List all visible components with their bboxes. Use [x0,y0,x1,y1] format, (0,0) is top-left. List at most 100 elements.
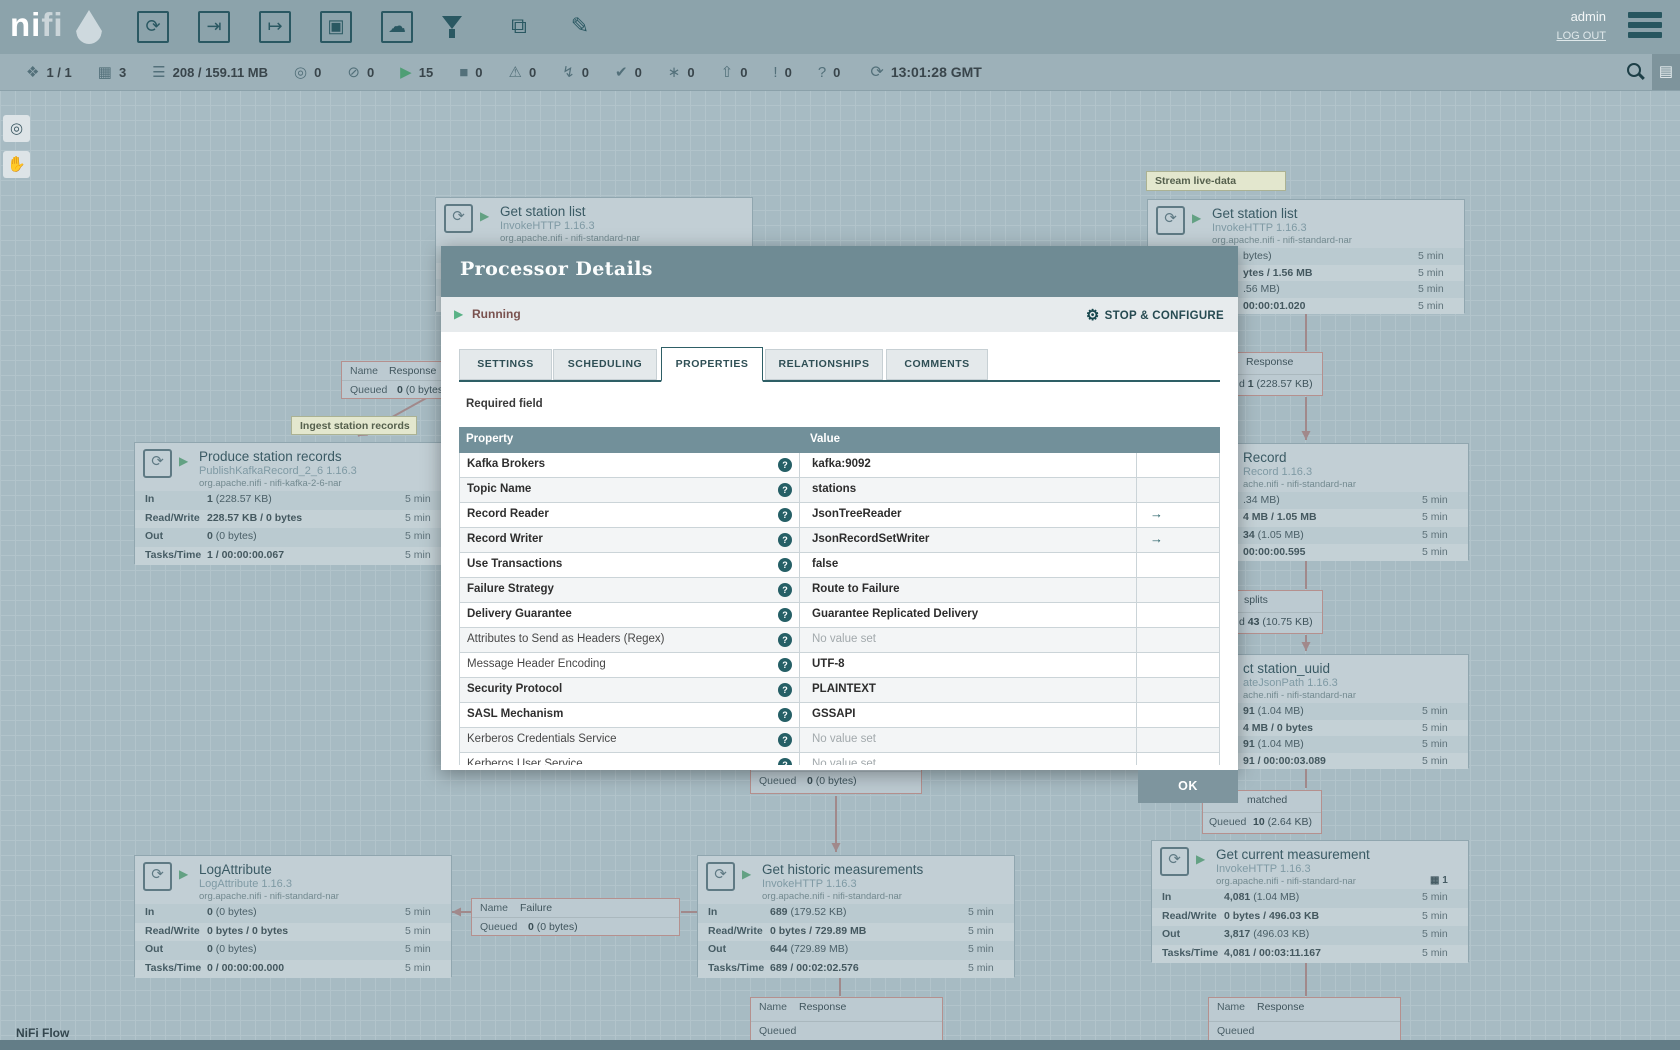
go-to-service-icon[interactable]: → [1150,506,1163,521]
remote-process-group-icon[interactable]: ☁ [381,11,413,43]
properties-table: Property Value Kafka Brokers? kafka:9092 T… [459,427,1220,765]
help-icon[interactable]: ? [778,708,792,722]
label-ingest-station-records[interactable]: Ingest station records [291,416,417,435]
help-icon[interactable]: ? [778,758,792,765]
value-cell[interactable]: stations [799,478,1137,502]
current-user: admin [1570,9,1606,24]
up-to-date-count: 0 [634,64,642,80]
global-menu-button[interactable] [1628,12,1662,40]
help-icon[interactable]: ? [778,658,792,672]
value-cell[interactable]: Route to Failure [799,578,1137,602]
table-row[interactable]: Kafka Brokers? kafka:9092 [459,453,1220,478]
stat-value-number: 91 [1243,705,1255,717]
processor-bundle: ache.nifi - nifi-standard-nar [1243,690,1356,701]
run-state-label: Running [472,307,521,321]
logout-link[interactable]: LOG OUT [1556,30,1606,42]
table-row[interactable]: Use Transactions? false [459,553,1220,578]
help-icon[interactable]: ? [778,683,792,697]
input-port-icon[interactable]: ⇥ [198,11,230,43]
value-cell[interactable]: kafka:9092 [799,453,1137,477]
funnel-icon[interactable] [442,16,462,38]
value-cell[interactable]: No value set [799,753,1137,765]
value-cell[interactable]: No value set [799,628,1137,652]
label-stream-live-data[interactable]: Stream live-data [1146,171,1286,191]
pan-hand-button[interactable]: ✋ [3,151,30,178]
proc-get-current-measurement[interactable]: In 4,081 (1.04 MB) 5 min Read/Write 0 bytes … [1151,840,1469,963]
table-row[interactable]: Kerberos Credentials Service? No value se… [459,728,1220,753]
stat-row: Tasks/Time 4,081 / 00:03:11.167 5 min [1152,944,1468,963]
stat-value: 00:00:00.595 [1243,546,1305,558]
value-cell[interactable]: false [799,553,1137,577]
connection-label-row: Name Response [1209,998,1400,1022]
search-button[interactable] [1618,54,1652,90]
help-icon[interactable]: ? [778,483,792,497]
queued-count: 208 / 159.11 MB [172,64,269,80]
help-icon[interactable]: ? [778,608,792,622]
stat-window: 5 min [405,924,431,937]
birdseye-button[interactable]: ◎ [3,115,30,142]
table-row[interactable]: Kerberos User Service? No value set [459,753,1220,765]
go-to-service-icon[interactable]: → [1150,531,1163,546]
cluster-node-badge: ▦ 1 [1430,875,1448,886]
tab-properties[interactable]: PROPERTIES [661,347,763,382]
stop-and-configure-button[interactable]: ⚙ STOP & CONFIGURE [1086,306,1224,324]
ok-button[interactable]: OK [1138,770,1238,803]
value-cell[interactable]: JsonTreeReader [799,503,1137,527]
process-group-icon[interactable]: ▣ [320,11,352,43]
value-cell[interactable]: Guarantee Replicated Delivery [799,603,1137,627]
tab-scheduling[interactable]: SCHEDULING [553,349,657,380]
value-cell[interactable]: UTF-8 [799,653,1137,677]
help-icon[interactable]: ? [778,733,792,747]
value-cell[interactable]: JsonRecordSetWriter [799,528,1137,552]
help-icon[interactable]: ? [778,583,792,597]
value-cell[interactable]: GSSAPI [799,703,1137,727]
panel-toggle-button[interactable]: ▤ [1652,54,1680,90]
proc-logattribute[interactable]: In 0 (0 bytes) 5 min Read/Write 0 bytes / 0 … [134,855,452,978]
stat-value-number: 689 [770,906,788,918]
flow-label-text: Stream live-data [1155,175,1237,187]
help-icon[interactable]: ? [778,558,792,572]
run-status-icon: ▶ [1192,211,1202,225]
tab-relationships[interactable]: RELATIONSHIPS [765,349,883,380]
tab-comments[interactable]: COMMENTS [886,349,988,380]
label-icon[interactable]: ✎ [564,11,596,43]
breadcrumb[interactable]: NiFi Flow [16,1026,69,1040]
table-row[interactable]: SASL Mechanism? GSSAPI [459,703,1220,728]
connection-row-label: Queued [1209,816,1247,828]
value-cell[interactable]: No value set [799,728,1137,752]
connection-row-value: Response [389,365,437,377]
table-row[interactable]: Failure Strategy? Route to Failure [459,578,1220,603]
table-row[interactable]: Security Protocol? PLAINTEXT [459,678,1220,703]
stat-window: 5 min [1422,494,1448,506]
refresh-icon[interactable]: ⟳ [870,62,883,82]
help-icon[interactable]: ? [778,508,792,522]
help-icon[interactable]: ? [778,458,792,472]
table-row[interactable]: Attributes to Send as Headers (Regex)? No… [459,628,1220,653]
table-row[interactable]: Record Writer? JsonRecordSetWriter → [459,528,1220,553]
help-icon[interactable]: ? [778,633,792,647]
table-row[interactable]: Message Header Encoding? UTF-8 [459,653,1220,678]
table-row[interactable]: Delivery Guarantee? Guarantee Replicated … [459,603,1220,628]
run-status-icon: ▶ [179,454,189,468]
unknown-status: ? 0 [818,64,841,81]
property-name: Topic Name [467,483,532,495]
stat-window: 5 min [405,511,431,524]
proc-get-historic-measurements[interactable]: In 689 (179.52 KB) 5 min Read/Write 0 bytes … [697,855,1015,978]
stat-value-number: 00:00:01.020 [1243,299,1306,312]
conn-failure[interactable]: Name Failure Queued 0 (0 bytes) [471,898,680,936]
template-icon[interactable]: ⧉ [503,11,535,43]
table-row[interactable]: Topic Name? stations [459,478,1220,503]
connection-count: 0 [397,384,403,396]
proc-produce-station-records[interactable]: In 1 (228.57 KB) 5 min Read/Write 228.57 KB … [134,442,452,565]
property-name: SASL Mechanism [467,708,564,720]
value-cell[interactable]: PLAINTEXT [799,678,1137,702]
conn-response-bottom-right[interactable]: Name Response Queued [1208,997,1401,1045]
help-icon[interactable]: ? [778,533,792,547]
processor-icon[interactable]: ⟳ [137,11,169,43]
output-port-icon[interactable]: ↦ [259,11,291,43]
stat-row: Read/Write 0 bytes / 729.89 MB 5 min [698,922,1014,941]
conn-response-bottom-mid[interactable]: Name Response Queued [750,997,943,1045]
table-row[interactable]: Record Reader? JsonTreeReader → [459,503,1220,528]
tab-settings[interactable]: SETTINGS [459,349,552,380]
connection-row-value: 0 (0 bytes) [528,921,578,933]
